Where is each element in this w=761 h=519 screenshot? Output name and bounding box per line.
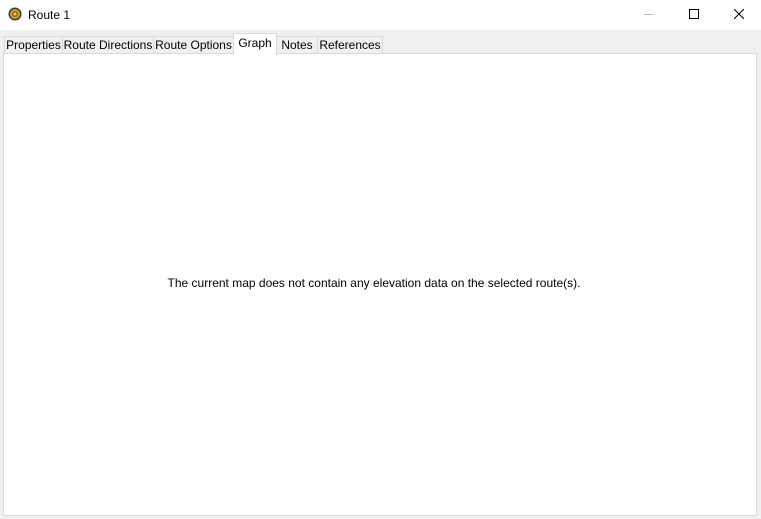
tab-references[interactable]: References	[317, 36, 383, 53]
tab-route-directions[interactable]: Route Directions	[62, 36, 154, 53]
tab-strip: Properties Route Directions Route Option…	[0, 30, 761, 55]
maximize-icon	[689, 8, 699, 22]
tab-label: References	[319, 38, 381, 52]
tab-properties[interactable]: Properties	[4, 36, 63, 53]
tab-graph[interactable]: Graph	[233, 33, 277, 55]
window-title: Route 1	[28, 8, 71, 22]
close-button[interactable]	[716, 0, 761, 30]
compass-globe-icon[interactable]	[8, 7, 22, 21]
close-icon	[733, 8, 745, 22]
graph-panel: The current map does not contain any ele…	[3, 53, 757, 516]
no-elevation-data-message: The current map does not contain any ele…	[167, 276, 581, 290]
tab-label: Route Options	[155, 38, 232, 52]
tab-label: Route Directions	[63, 38, 153, 52]
title-bar[interactable]: Route 1	[0, 0, 761, 30]
tab-route-options[interactable]: Route Options	[153, 36, 234, 53]
maximize-button[interactable]	[671, 0, 717, 30]
tab-notes[interactable]: Notes	[276, 36, 318, 53]
route-window: Route 1 Properties Route Directions Rout…	[0, 0, 761, 519]
tab-label: Graph	[238, 36, 272, 50]
minimize-button[interactable]	[626, 0, 672, 30]
minimize-icon	[644, 8, 654, 22]
tab-label: Properties	[6, 38, 61, 52]
tab-label: Notes	[281, 38, 313, 52]
